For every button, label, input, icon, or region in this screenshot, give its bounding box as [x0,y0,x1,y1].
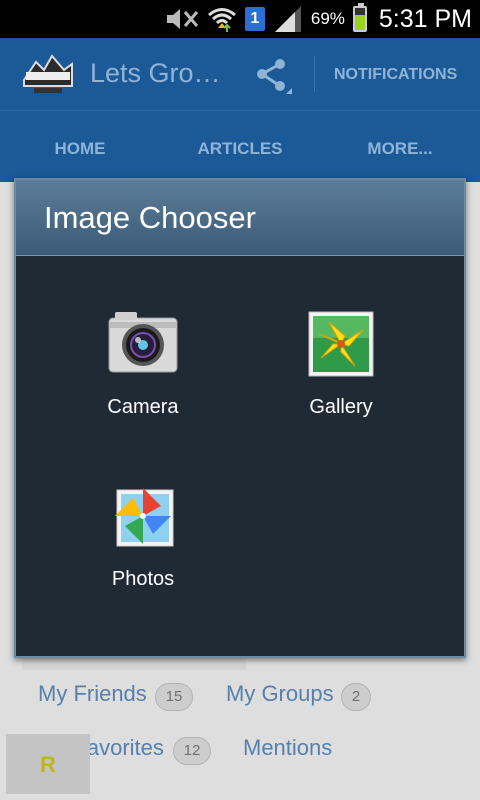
action-bar: Lets Gro… NOTIFICATIONS [0,38,480,110]
status-icons: 1 69% 5:31 PM [165,0,472,38]
tab-home[interactable]: HOME [0,139,160,159]
action-bar-divider [314,56,315,92]
mute-icon [166,9,198,29]
status-bar: 1 69% 5:31 PM [0,0,480,38]
photos-label: Photos [111,568,175,590]
battery-icon [352,3,367,32]
camera-option[interactable]: Camera [56,308,226,438]
dialog-header: Image Chooser [16,180,464,256]
app-title[interactable]: Lets Gro… [90,58,221,89]
notifications-button[interactable]: NOTIFICATIONS [334,66,457,84]
dialog-title: Image Chooser [44,200,256,235]
sim-icon: 1 [244,7,265,31]
camera-icon [108,312,178,373]
gallery-label: Gallery [309,396,373,418]
photos-option[interactable]: Photos [56,480,226,610]
tab-bar: HOME ARTICLES MORE... [0,110,480,182]
gallery-icon [308,311,374,377]
image-chooser-dialog: Image Chooser Camera Gallery Photos [14,178,466,658]
share-icon[interactable] [252,56,292,96]
camera-label: Camera [107,396,179,418]
wifi-icon [207,8,236,32]
tab-more[interactable]: MORE... [320,139,480,159]
signal-icon [274,6,301,32]
app-logo-icon[interactable] [20,50,76,98]
tab-articles[interactable]: ARTICLES [160,139,320,159]
battery-percent: 69% [310,9,345,28]
clock: 5:31 PM [378,4,472,33]
photos-icon [115,488,174,547]
gallery-option[interactable]: Gallery [254,308,424,438]
